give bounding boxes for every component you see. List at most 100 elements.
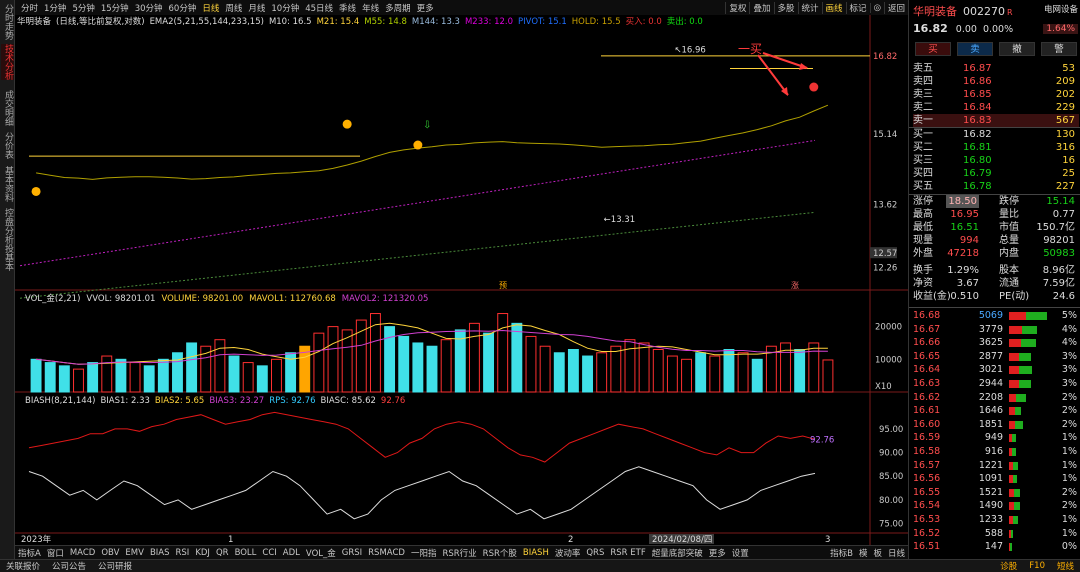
indicator-tab-23[interactable]: 更多	[706, 547, 729, 559]
indicator-tab-15[interactable]: 一阳指	[408, 547, 440, 559]
period-tab-10[interactable]: 45日线	[305, 2, 333, 14]
title-stock: 华明装备	[17, 16, 52, 27]
indicator-tab-20[interactable]: QRS	[583, 548, 607, 558]
stat-label: 外盘	[913, 248, 933, 259]
buy-button[interactable]: 买	[915, 42, 951, 56]
ladder-pct: 5%	[1061, 310, 1077, 321]
indicator-tab-26[interactable]: 模	[856, 547, 871, 559]
indicator-tab-6[interactable]: RSI	[173, 548, 193, 558]
indicator-tab-16[interactable]: RSR行业	[439, 547, 479, 559]
period-tab-12[interactable]: 年线	[362, 2, 379, 14]
side-tab-6[interactable]: 投基本	[1, 244, 14, 271]
volume-bar	[539, 345, 551, 393]
stat-value: 8.96亿	[1042, 265, 1075, 276]
alert-button[interactable]: 警	[1041, 42, 1077, 56]
stat-label: PE(动)	[999, 291, 1030, 302]
indicator-tab-5[interactable]: BIAS	[147, 548, 173, 558]
ladder-bar-red	[1009, 325, 1022, 334]
indicator-tab-9[interactable]: BOLL	[232, 548, 260, 558]
bias-rps: RPS: 92.76	[269, 396, 315, 406]
period-tab-2[interactable]: 5分钟	[72, 2, 94, 14]
stat-value: 150.7亿	[1036, 222, 1075, 233]
period-tab-5[interactable]: 60分钟	[169, 2, 197, 14]
sell-button[interactable]: 卖	[957, 42, 993, 56]
indicator-tab-8[interactable]: QR	[213, 548, 232, 558]
date-axis-label: 2023年	[21, 534, 52, 545]
status-item-2[interactable]: 公司研报	[92, 560, 138, 572]
indicator-tab-22[interactable]: 超量底部突破	[649, 547, 706, 559]
toolbar-action-3[interactable]: 统计	[797, 1, 822, 14]
status-item-0[interactable]: 关联报价	[0, 560, 46, 572]
price-axis-label: 12.57	[873, 249, 897, 259]
stat-value: 0.510	[950, 291, 979, 302]
indicator-tab-11[interactable]: ADL	[280, 548, 303, 558]
side-tab-2[interactable]: 成交明细	[1, 90, 14, 126]
indicator-tab-3[interactable]: OBV	[98, 548, 122, 558]
toolbar-action-4[interactable]: 画线	[821, 1, 846, 14]
ladder-pct: 3%	[1061, 364, 1077, 376]
indicator-tab-4[interactable]: EMV	[122, 548, 147, 558]
side-tab-1[interactable]: 技术分析	[1, 44, 14, 80]
side-tab-4[interactable]: 基本资料	[1, 166, 14, 202]
date-axis-label: 3	[825, 535, 830, 545]
title-m55: M55: 14.8	[364, 17, 407, 27]
indicator-tab-0[interactable]: 指标A	[15, 547, 44, 559]
period-tab-4[interactable]: 30分钟	[135, 2, 163, 14]
period-tab-8[interactable]: 月线	[248, 2, 265, 14]
period-tab-9[interactable]: 10分钟	[271, 2, 299, 14]
ladder-pct: 3%	[1061, 350, 1077, 362]
side-tab-5[interactable]: 控盘分析	[1, 208, 14, 244]
volume-bar	[73, 368, 84, 393]
toolbar-action-7[interactable]: 返回	[883, 1, 908, 14]
status-right-2[interactable]: 短线	[1051, 560, 1080, 572]
status-right-1[interactable]: F10	[1023, 561, 1051, 571]
period-tab-14[interactable]: 更多	[417, 2, 434, 14]
high-annotation: ↖16.96	[674, 45, 705, 55]
ladder-bar-red	[1009, 393, 1017, 402]
ladder-bar-green	[1015, 420, 1023, 429]
ladder-divider	[909, 307, 1080, 308]
indicator-tab-2[interactable]: MACD	[67, 548, 98, 558]
ladder-price: 16.58	[913, 446, 941, 457]
toolbar-action-0[interactable]: 复权	[725, 1, 749, 14]
ladder-bar-red	[1009, 312, 1027, 320]
ladder-row: 16.62 2208 2%	[913, 391, 1079, 404]
sector-badge[interactable]: 电网设备	[1044, 3, 1078, 15]
period-tab-3[interactable]: 15分钟	[101, 2, 129, 14]
indicator-tab-25[interactable]: 指标B	[827, 547, 856, 559]
order-book-row: 卖三 16.85 202	[913, 88, 1079, 101]
toolbar-action-2[interactable]: 多股	[773, 1, 798, 14]
main-chart: 华明装备 (日线,等比前复权,对数) EMA2(5,21,55,144,233,15…	[15, 15, 908, 545]
indicator-tab-28[interactable]: 日线	[885, 547, 908, 559]
toolbar-action-6[interactable]: ◎	[869, 2, 884, 13]
indicator-tab-24[interactable]: 设置	[729, 547, 752, 559]
ladder-row: 16.64 3021 3%	[913, 363, 1079, 376]
indicator-tab-21[interactable]: RSR ETF	[607, 548, 648, 558]
status-item-1[interactable]: 公司公告	[46, 560, 92, 572]
period-tab-11[interactable]: 季线	[339, 2, 356, 14]
indicator-tab-1[interactable]: 窗口	[44, 547, 67, 559]
indicator-tab-18[interactable]: BIASH	[520, 548, 552, 558]
period-tab-7[interactable]: 周线	[225, 2, 242, 14]
side-tab-3[interactable]: 分价表	[1, 132, 14, 159]
indicator-tab-17[interactable]: RSR个股	[480, 547, 520, 559]
ladder-row: 16.66 3625 4%	[913, 336, 1079, 349]
period-tab-13[interactable]: 多周期	[385, 2, 411, 14]
side-tab-0[interactable]: 分时走势	[1, 4, 14, 40]
period-tab-1[interactable]: 1分钟	[44, 2, 66, 14]
toolbar-action-5[interactable]: 标记	[845, 1, 870, 14]
period-tab-0[interactable]: 分时	[21, 2, 38, 14]
toolbar-action-1[interactable]: 叠加	[749, 1, 773, 14]
period-tab-6[interactable]: 日线	[202, 2, 219, 14]
stat-row: 换手 1.29% 股本 8.96亿	[913, 264, 1079, 277]
indicator-tab-13[interactable]: GRSI	[339, 548, 365, 558]
indicator-tab-27[interactable]: 板	[870, 547, 885, 559]
indicator-tab-12[interactable]: VOL_金	[303, 547, 339, 559]
status-right-0[interactable]: 诊股	[994, 560, 1023, 572]
indicator-tab-19[interactable]: 波动率	[552, 547, 584, 559]
ob-label: 卖五	[913, 63, 933, 74]
indicator-tab-10[interactable]: CCI	[259, 548, 279, 558]
indicator-tab-7[interactable]: KDJ	[192, 548, 213, 558]
indicator-tab-14[interactable]: RSMACD	[365, 548, 408, 558]
cancel-button[interactable]: 撤	[999, 42, 1035, 56]
